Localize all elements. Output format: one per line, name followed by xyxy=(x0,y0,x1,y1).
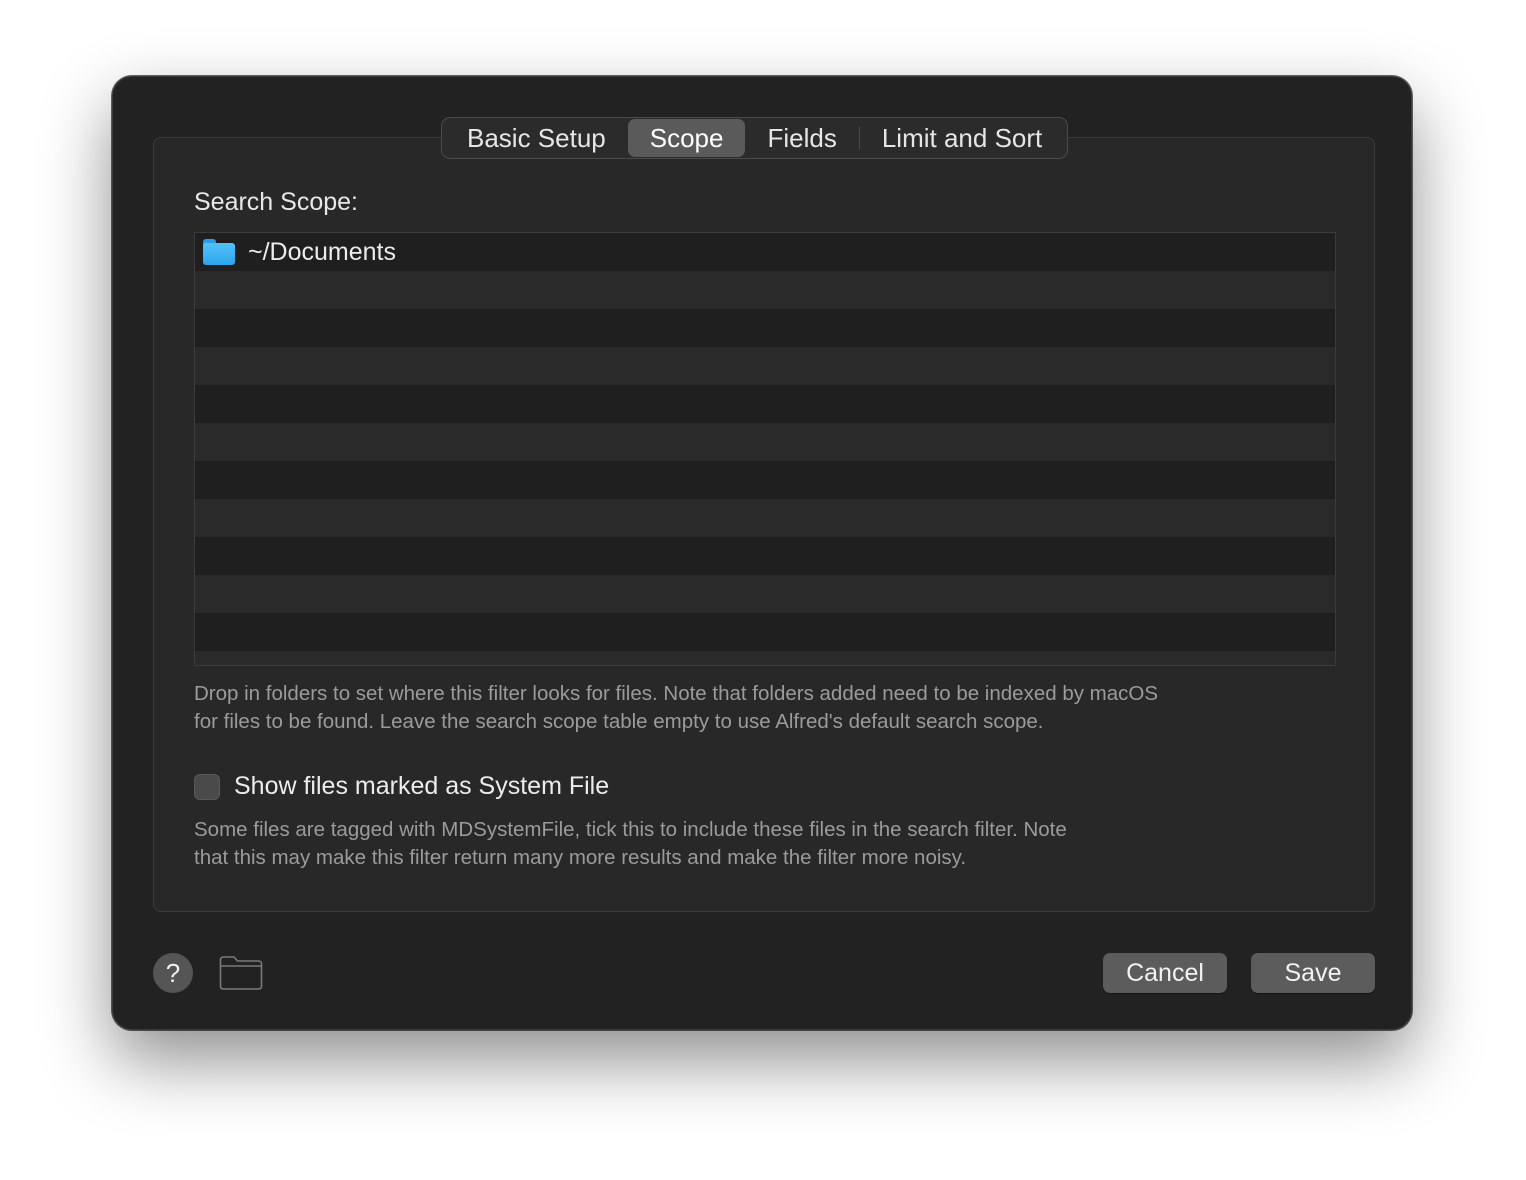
table-row[interactable] xyxy=(195,309,1335,347)
table-row[interactable] xyxy=(195,613,1335,651)
system-file-help-text: Some files are tagged with MDSystemFile,… xyxy=(194,816,1067,872)
system-file-checkbox[interactable] xyxy=(194,773,220,800)
scope-help-line: Drop in folders to set where this filter… xyxy=(194,682,1159,705)
tab-fields[interactable]: Fields xyxy=(745,119,858,157)
folder-outline-icon xyxy=(219,956,263,990)
cancel-button[interactable]: Cancel xyxy=(1103,953,1227,993)
question-mark-icon: ? xyxy=(165,958,181,988)
table-row[interactable] xyxy=(195,423,1335,461)
table-row[interactable] xyxy=(195,651,1335,665)
scope-help-line: for files to be found. Leave the search … xyxy=(194,710,1044,733)
table-row[interactable] xyxy=(195,271,1335,309)
table-row[interactable]: ~/Documents xyxy=(195,233,1335,271)
table-row[interactable] xyxy=(195,461,1335,499)
open-folder-button[interactable] xyxy=(219,955,263,991)
save-button[interactable]: Save xyxy=(1251,953,1375,993)
table-row[interactable] xyxy=(195,347,1335,385)
search-scope-label: Search Scope: xyxy=(194,188,358,216)
tab-limit-and-sort[interactable]: Limit and Sort xyxy=(860,119,1064,157)
tab-bar: Basic Setup Scope Fields Limit and Sort xyxy=(441,117,1069,159)
system-file-option[interactable]: Show files marked as System File xyxy=(194,772,609,801)
tab-scope[interactable]: Scope xyxy=(627,119,746,157)
system-file-help-line: Some files are tagged with MDSystemFile,… xyxy=(194,818,1067,841)
table-row[interactable] xyxy=(195,575,1335,613)
table-row[interactable] xyxy=(195,499,1335,537)
system-file-help-line: that this may make this filter return ma… xyxy=(194,846,967,869)
tab-basic-setup[interactable]: Basic Setup xyxy=(445,119,628,157)
workflow-object-dialog: Search Scope: ~/Documents Drop in folder… xyxy=(112,76,1412,1030)
table-row[interactable] xyxy=(195,385,1335,423)
folder-icon xyxy=(203,239,235,265)
scope-panel: Search Scope: ~/Documents Drop in folder… xyxy=(153,137,1375,912)
table-row[interactable] xyxy=(195,537,1335,575)
help-button[interactable]: ? xyxy=(153,953,193,993)
search-scope-table[interactable]: ~/Documents xyxy=(194,232,1336,666)
system-file-label[interactable]: Show files marked as System File xyxy=(234,772,609,801)
scope-path: ~/Documents xyxy=(248,237,396,266)
scope-help-text: Drop in folders to set where this filter… xyxy=(194,680,1158,736)
